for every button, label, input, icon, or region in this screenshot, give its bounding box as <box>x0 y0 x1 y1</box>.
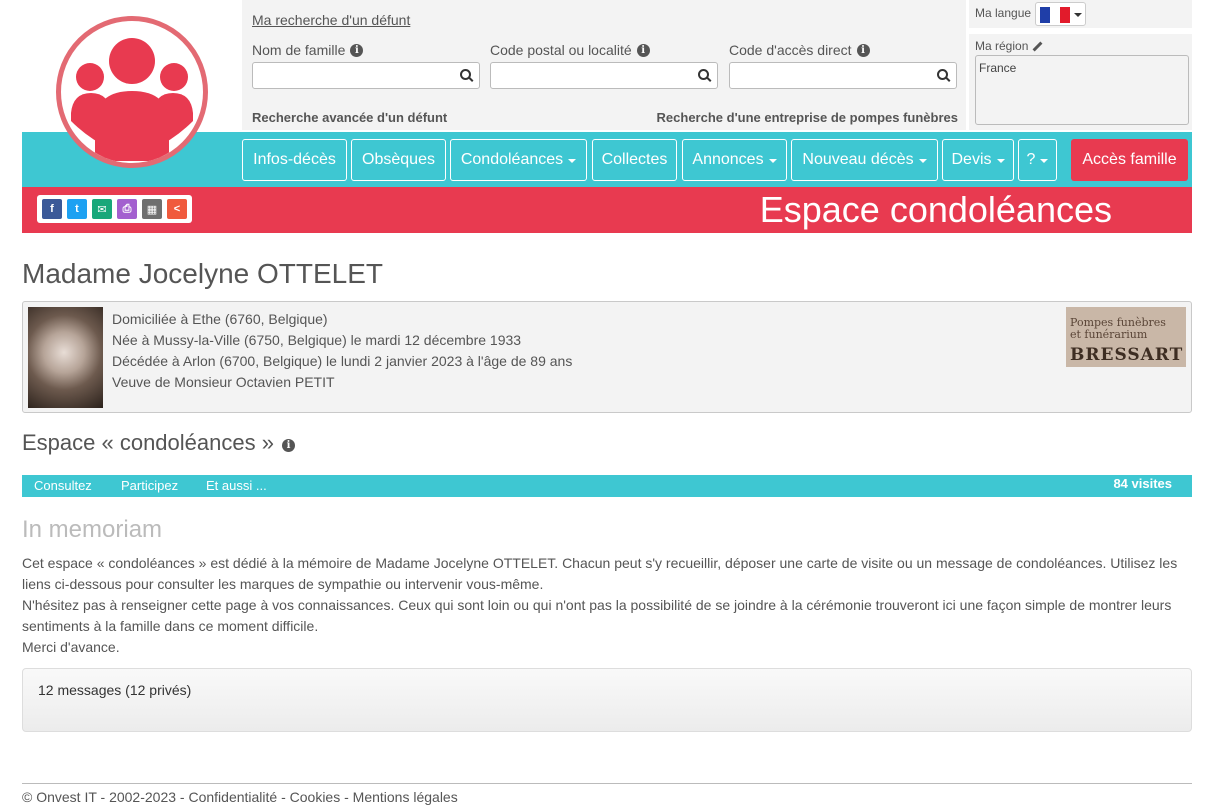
search-panel: Ma recherche d'un défunt Nom de famille … <box>242 0 966 130</box>
family-name-label: Nom de famille <box>252 42 346 58</box>
print-icon[interactable]: ⎙ <box>117 199 137 219</box>
chevron-down-icon <box>768 159 777 163</box>
footer-divider <box>22 783 1192 784</box>
qrcode-icon[interactable]: ▦ <box>142 199 162 219</box>
share-toolbar: f t ✉ ⎙ ▦ < <box>37 195 192 223</box>
funeral-company-search-link[interactable]: Recherche d'une entreprise de pompes fun… <box>657 110 958 125</box>
chevron-down-icon <box>568 159 577 163</box>
page-title: Espace condoléances <box>759 189 1112 230</box>
nav-infos-deces[interactable]: Infos-décès <box>242 139 347 181</box>
nav-condoleances[interactable]: Condoléances <box>450 139 587 181</box>
messages-count: 12 messages (12 privés) <box>38 682 192 698</box>
search-icon[interactable] <box>460 69 471 80</box>
in-memoriam-text: Cet espace « condoléances » est dédié à … <box>22 553 1194 658</box>
messages-panel[interactable]: 12 messages (12 privés) <box>22 668 1192 732</box>
info-icon[interactable]: i <box>350 43 364 57</box>
nav-obseques[interactable]: Obsèques <box>351 139 446 181</box>
chevron-down-icon <box>918 159 927 163</box>
condolences-tabs: Consultez Participez Et aussi ... 84 vis… <box>22 475 1192 497</box>
access-code-label: Code d'accès direct <box>729 42 852 58</box>
advanced-search-link[interactable]: Recherche avancée d'un défunt <box>252 110 447 125</box>
postal-code-label: Code postal ou localité <box>490 42 632 58</box>
family-name-field: Nom de famille i <box>252 42 480 89</box>
email-icon[interactable]: ✉ <box>92 199 112 219</box>
language-panel: Ma langue <box>969 0 1192 28</box>
in-memoriam-title: In memoriam <box>22 516 163 543</box>
french-flag-icon <box>1040 7 1070 23</box>
nav-nouveau-deces[interactable]: Nouveau décès <box>791 139 938 181</box>
page-banner: f t ✉ ⎙ ▦ < Espace condoléances <box>22 187 1192 233</box>
funeral-home-logo[interactable]: Pompes funèbres et funérarium BRESSART <box>1066 307 1186 367</box>
chevron-down-icon <box>1040 159 1049 163</box>
tab-et-aussi[interactable]: Et aussi ... <box>206 478 267 493</box>
nav-collectes[interactable]: Collectes <box>592 139 677 181</box>
condolences-section-title: Espace « condoléances » i <box>22 430 295 456</box>
pencil-icon[interactable] <box>1032 41 1043 51</box>
facebook-icon[interactable]: f <box>42 199 62 219</box>
language-label: Ma langue <box>975 6 1032 20</box>
access-code-input[interactable] <box>730 63 956 88</box>
postal-code-field: Code postal ou localité i <box>490 42 718 89</box>
region-input[interactable]: France <box>975 55 1189 125</box>
family-name-input[interactable] <box>253 63 479 88</box>
region-label: Ma région <box>975 39 1029 53</box>
chevron-down-icon <box>1074 13 1082 17</box>
share-icon[interactable]: < <box>167 199 187 219</box>
visit-count: 84 visites <box>1113 476 1172 491</box>
family-access-button[interactable]: Accès famille <box>1071 139 1188 181</box>
memoriam-paragraph: Merci d'avance. <box>22 639 120 655</box>
tab-consultez[interactable]: Consultez <box>34 478 92 493</box>
nav-devis[interactable]: Devis <box>942 139 1014 181</box>
memoriam-paragraph: Cet espace « condoléances » est dédié à … <box>22 555 1178 592</box>
twitter-icon[interactable]: t <box>67 199 87 219</box>
memoriam-paragraph: N'hésitez pas à renseigner cette page à … <box>22 597 1172 634</box>
footer: © Onvest IT - 2002-2023 - Confidentialit… <box>22 789 458 805</box>
deceased-name: Madame Jocelyne OTTELET <box>22 258 384 289</box>
deceased-info-card: Domiciliée à Ethe (6760, Belgique) Née à… <box>22 301 1192 413</box>
search-icon[interactable] <box>698 69 709 80</box>
deceased-photo <box>28 307 103 408</box>
tab-participez[interactable]: Participez <box>121 478 178 493</box>
death-line: Décédée à Arlon (6700, Belgique) le lund… <box>112 353 573 369</box>
access-code-field: Code d'accès direct i <box>729 42 957 89</box>
nav-help[interactable]: ? <box>1018 139 1057 181</box>
chevron-down-icon <box>996 159 1005 163</box>
my-search-link[interactable]: Ma recherche d'un défunt <box>252 12 410 28</box>
language-select[interactable] <box>1035 2 1086 26</box>
info-icon[interactable]: i <box>636 43 650 57</box>
search-icon[interactable] <box>937 69 948 80</box>
residence-line: Domiciliée à Ethe (6760, Belgique) <box>112 311 328 327</box>
nav-annonces[interactable]: Annonces <box>682 139 787 181</box>
region-panel: Ma région France <box>969 34 1192 130</box>
birth-line: Née à Mussy-la-Ville (6750, Belgique) le… <box>112 332 522 348</box>
info-icon[interactable]: i <box>856 43 870 57</box>
site-logo[interactable] <box>56 16 208 168</box>
spouse-line: Veuve de Monsieur Octavien PETIT <box>112 374 335 390</box>
postal-code-input[interactable] <box>491 63 717 88</box>
people-logo-icon <box>71 38 193 161</box>
info-icon[interactable]: i <box>281 438 295 452</box>
